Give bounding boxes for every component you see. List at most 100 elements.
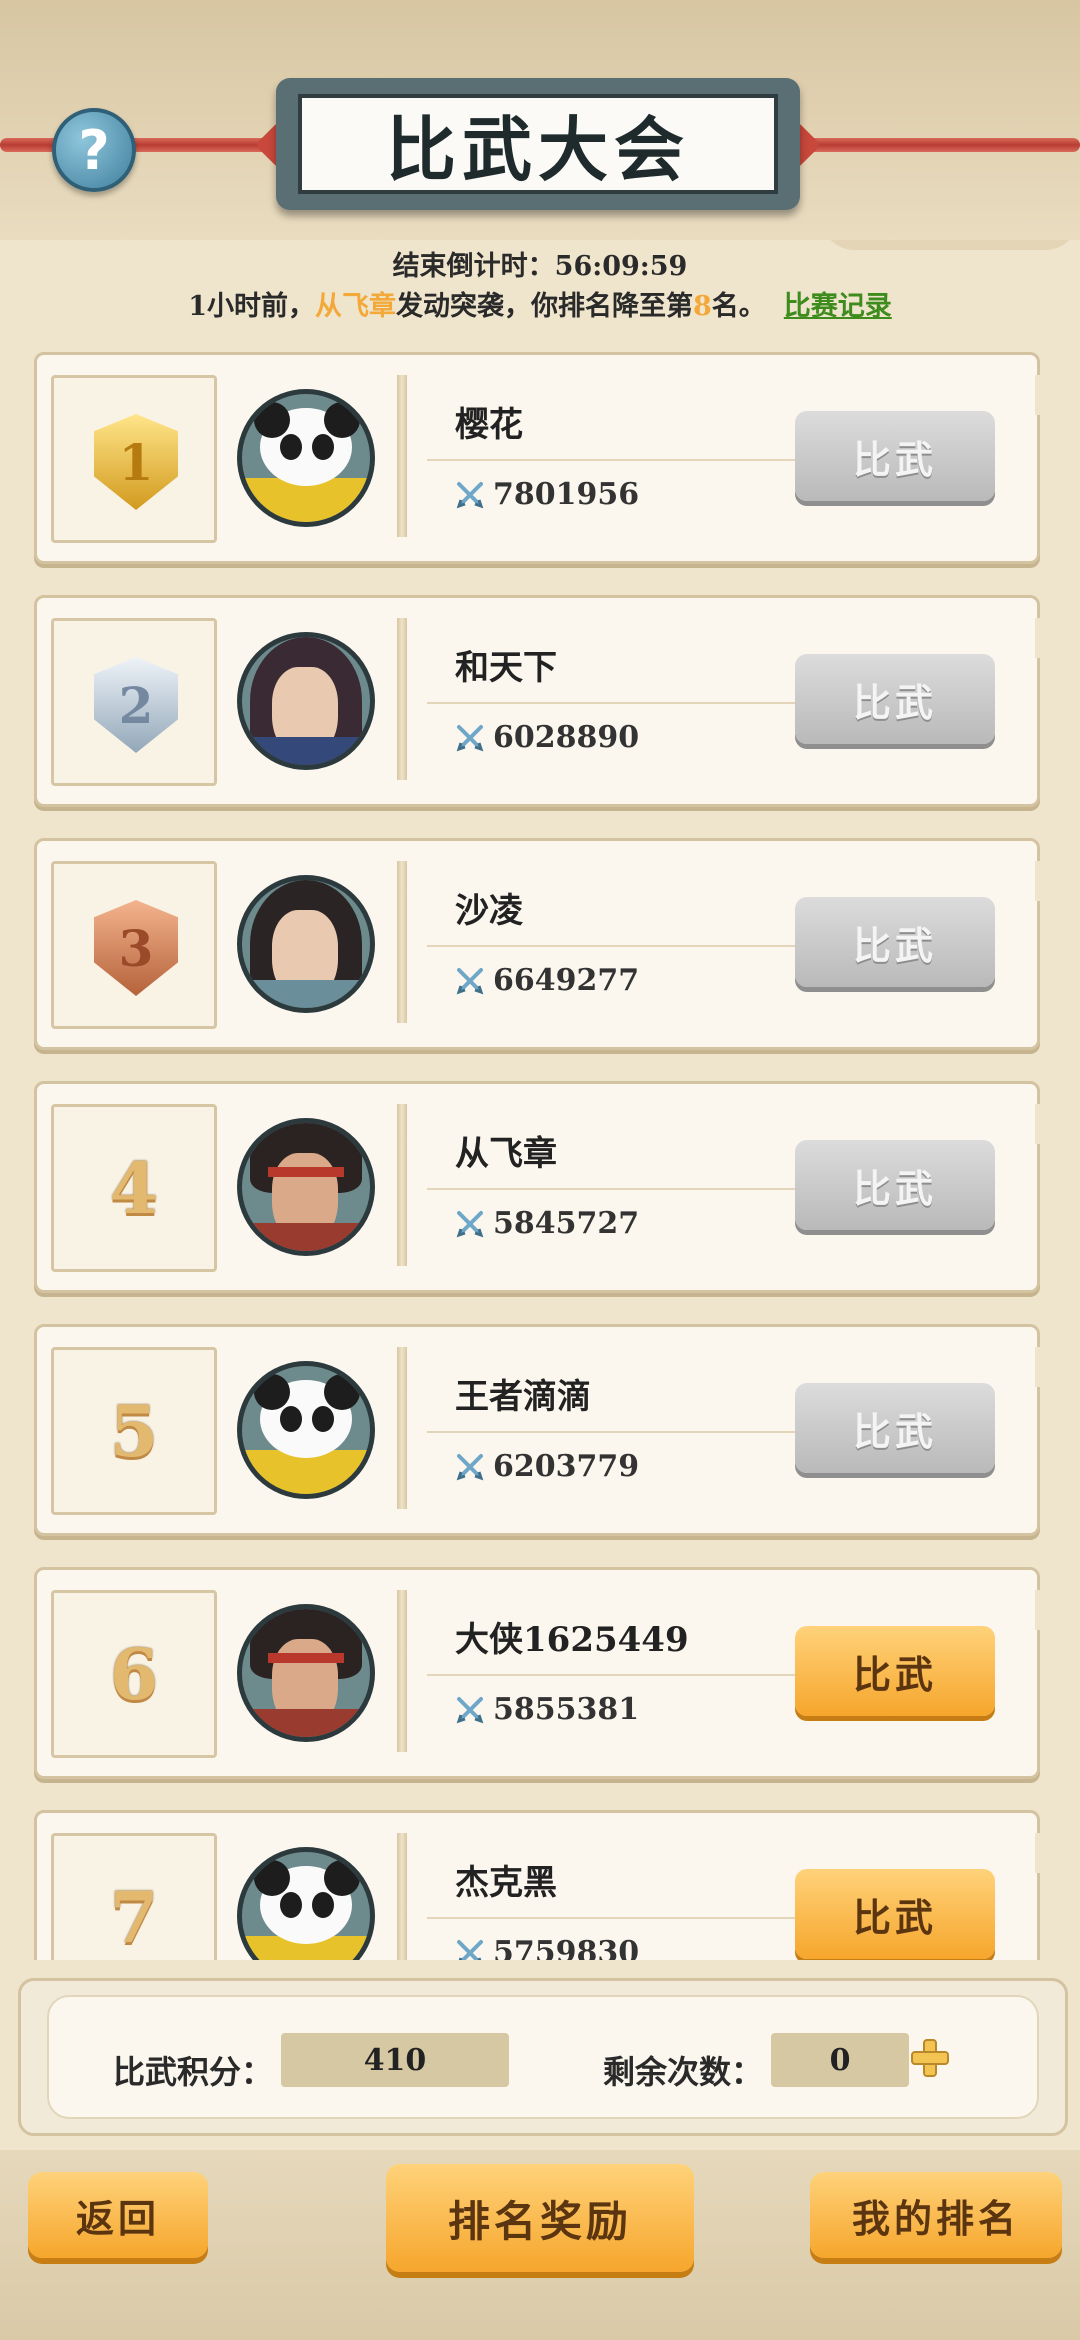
armor [242, 1223, 370, 1251]
leaderboard-row: 3 沙凌 6649277 比武 [34, 838, 1051, 1050]
challenge-button[interactable]: 比武 [795, 654, 995, 744]
panda-ear [254, 1860, 290, 1896]
divider [397, 618, 407, 780]
stats-panel-inner: 比武积分： 410 剩余次数： 0 [47, 1995, 1039, 2119]
remaining-label: 剩余次数： [603, 2053, 764, 2091]
countdown-value: 56:09:59 [554, 251, 688, 282]
back-button[interactable]: 返回 [28, 2172, 208, 2258]
combat-power-value: 5845727 [493, 1206, 640, 1241]
player-avatar[interactable] [237, 632, 375, 770]
combat-power: 5845727 [455, 1206, 639, 1241]
divider [397, 861, 407, 1023]
armor [242, 1709, 370, 1737]
question-icon: ? [78, 118, 110, 182]
crossed-swords-icon [456, 1210, 484, 1237]
combat-power: 7801956 [455, 477, 639, 512]
points-value: 410 [281, 2033, 509, 2087]
rank-box: 1 [51, 375, 217, 543]
leaderboard-row: 4 从飞章 5845727 比武 [34, 1081, 1051, 1293]
combat-power-value: 5759830 [493, 1935, 640, 1960]
player-avatar[interactable] [237, 1118, 375, 1256]
crossed-swords-icon [456, 1453, 484, 1480]
leaderboard-row: 1 樱花 7801956 比武 [34, 352, 1051, 564]
player-name: 沙凌 [455, 891, 523, 931]
leaderboard-row: 2 和天下 6028890 比武 [34, 595, 1051, 807]
challenge-button[interactable]: 比武 [795, 411, 995, 501]
header-bar: ? 比武大会 [0, 0, 1080, 240]
rank-number: 6 [109, 1632, 159, 1716]
challenge-button[interactable]: 比武 [795, 897, 995, 987]
divider [397, 1104, 407, 1266]
leaderboard-row: 5 王者滴滴 6203779 比武 [34, 1324, 1051, 1536]
combat-power-value: 7801956 [493, 477, 640, 512]
crossed-swords-icon [456, 724, 484, 751]
match-record-link[interactable]: 比赛记录 [784, 291, 892, 322]
points-label: 比武积分： [113, 2053, 274, 2091]
plus-icon[interactable] [910, 2038, 950, 2078]
rank-box: 6 [51, 1590, 217, 1758]
crossed-swords-icon [456, 967, 484, 994]
notice-suffix: 名。 [711, 291, 766, 322]
panda-ear [324, 402, 360, 438]
challenge-button[interactable]: 比武 [795, 1140, 995, 1230]
panda-eye [280, 1892, 302, 1918]
page-title: 比武大会 [298, 94, 778, 194]
challenge-button[interactable]: 比武 [795, 1869, 995, 1959]
silver-medal-icon: 2 [94, 657, 178, 753]
notice-middle: 发动突袭，你排名降至第 [396, 291, 693, 322]
rank-number: 3 [118, 918, 154, 978]
divider [397, 375, 407, 537]
player-avatar[interactable] [237, 1361, 375, 1499]
rank-number: 1 [118, 432, 154, 492]
player-name: 樱花 [455, 405, 523, 445]
player-avatar[interactable] [237, 1847, 375, 1960]
combat-power: 5759830 [455, 1935, 639, 1960]
headband [268, 1167, 344, 1177]
rank-number: 5 [109, 1389, 159, 1473]
panda-ear [324, 1374, 360, 1410]
panda-eye [312, 1406, 334, 1432]
challenge-button[interactable]: 比武 [795, 1626, 995, 1716]
combat-power-value: 6028890 [493, 720, 640, 755]
robe [242, 737, 370, 765]
my-rank-button[interactable]: 我的排名 [810, 2172, 1062, 2258]
notice-rank: 8 [693, 291, 712, 322]
panda-eye [312, 434, 334, 460]
rank-box: 4 [51, 1104, 217, 1272]
player-avatar[interactable] [237, 875, 375, 1013]
leaderboard-row: 6 大侠1625449 5855381 比武 [34, 1567, 1051, 1779]
bronze-medal-icon: 3 [94, 900, 178, 996]
panda-eye [312, 1892, 334, 1918]
gold-medal-icon: 1 [94, 414, 178, 510]
player-avatar[interactable] [237, 1604, 375, 1742]
countdown: 结束倒计时：56:09:59 [0, 244, 1080, 283]
panda-ear [324, 1860, 360, 1896]
rank-box: 3 [51, 861, 217, 1029]
combat-power: 5855381 [455, 1692, 639, 1727]
robe [242, 980, 370, 1008]
rank-number: 4 [109, 1146, 159, 1230]
panda-eye [280, 434, 302, 460]
help-button[interactable]: ? [52, 108, 136, 192]
player-name: 杰克黑 [455, 1863, 557, 1903]
rank-rewards-button[interactable]: 排名奖励 [386, 2164, 694, 2272]
player-name: 从飞章 [455, 1134, 557, 1174]
challenge-button[interactable]: 比武 [795, 1383, 995, 1473]
rank-box: 5 [51, 1347, 217, 1515]
headband [268, 1653, 344, 1663]
combat-power-value: 5855381 [493, 1692, 640, 1727]
panda-ear [254, 402, 290, 438]
player-name: 大侠1625449 [455, 1620, 689, 1660]
crossed-swords-icon [457, 1939, 483, 1960]
crossed-swords-icon [456, 481, 484, 508]
notice-attacker: 从飞章 [315, 291, 396, 322]
panda-eye [280, 1406, 302, 1432]
panda-ear [254, 1374, 290, 1410]
player-name: 王者滴滴 [455, 1377, 591, 1417]
combat-power: 6028890 [455, 720, 639, 755]
player-avatar[interactable] [237, 389, 375, 527]
title-plate: 比武大会 [276, 78, 800, 210]
combat-power: 6203779 [455, 1449, 639, 1484]
leaderboard-list[interactable]: 1 樱花 7801956 比武 2 和天下 6028890 比武 3 沙凌 66… [0, 340, 1080, 1960]
divider [397, 1833, 407, 1960]
